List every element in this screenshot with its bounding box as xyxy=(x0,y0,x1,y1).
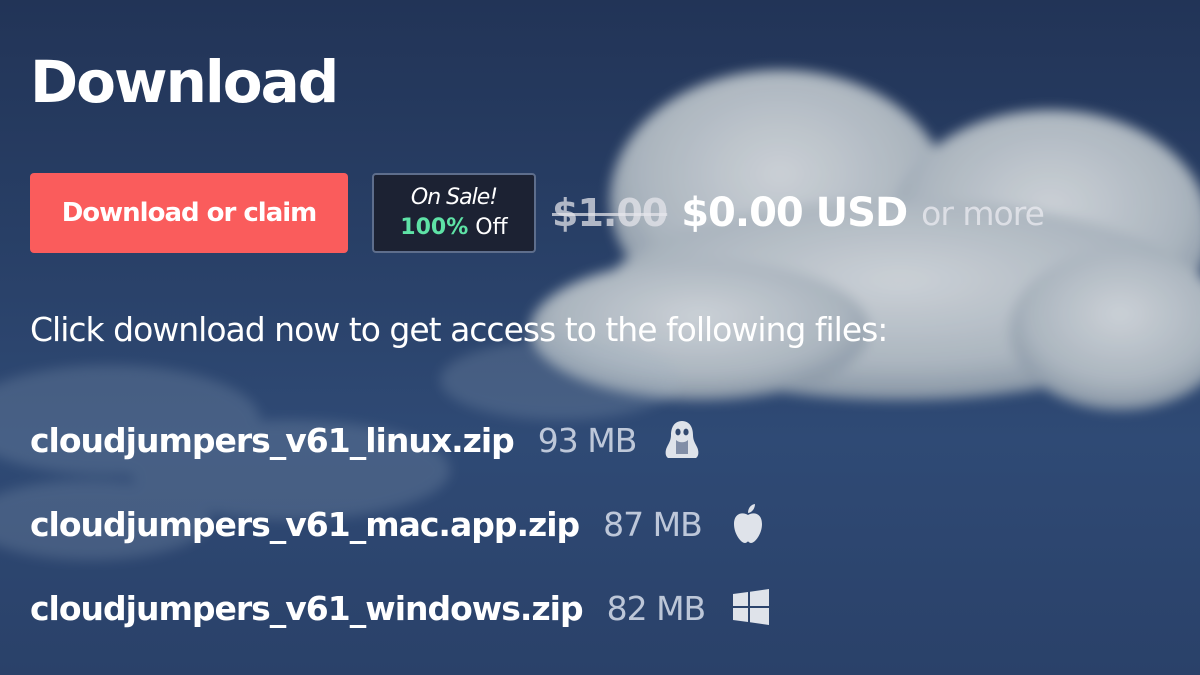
linux-icon xyxy=(660,418,704,462)
file-size: 87 MB xyxy=(603,504,703,544)
sale-percent: 100% xyxy=(400,215,469,240)
file-size: 82 MB xyxy=(606,588,707,628)
download-section: Download Download or claim On Sale! 100%… xyxy=(30,0,1180,675)
sale-discount: 100% Off xyxy=(400,213,507,243)
download-page: Download Download or claim On Sale! 100%… xyxy=(0,0,1200,675)
purchase-row: Download or claim On Sale! 100% Off $1.0… xyxy=(30,172,1045,254)
download-info-text: Click download now to get access to the … xyxy=(30,310,888,349)
file-size: 93 MB xyxy=(537,420,638,460)
apple-icon xyxy=(726,502,770,546)
windows-icon xyxy=(729,586,773,630)
sale-badge: On Sale! 100% Off xyxy=(372,173,536,253)
or-more-label: or more xyxy=(921,193,1045,233)
file-list: cloudjumpers_v61_linux.zip 93 MB cloudju… xyxy=(30,398,1130,650)
file-name: cloudjumpers_v61_windows.zip xyxy=(30,588,584,628)
file-item-windows: cloudjumpers_v61_windows.zip 82 MB xyxy=(30,566,1130,650)
sale-label: On Sale! xyxy=(410,185,498,210)
download-or-claim-button[interactable]: Download or claim xyxy=(30,173,348,253)
sale-price: $0.00 USD xyxy=(681,190,908,236)
sale-off-text: Off xyxy=(475,215,508,240)
file-item-linux: cloudjumpers_v61_linux.zip 93 MB xyxy=(30,398,1130,482)
file-name: cloudjumpers_v61_linux.zip xyxy=(30,420,515,460)
file-item-mac: cloudjumpers_v61_mac.app.zip 87 MB xyxy=(30,482,1130,566)
page-title: Download xyxy=(30,48,339,116)
original-price: $1.00 xyxy=(552,191,668,235)
file-name: cloudjumpers_v61_mac.app.zip xyxy=(30,504,580,544)
